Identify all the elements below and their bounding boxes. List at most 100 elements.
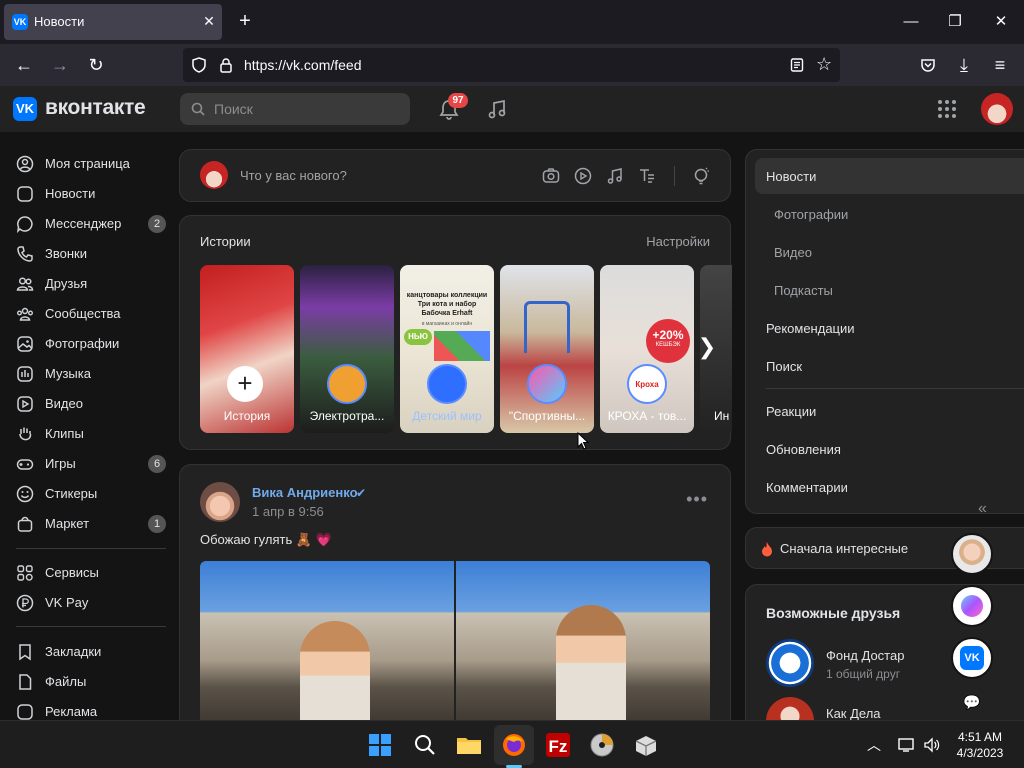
music-icon[interactable] [486,98,508,120]
filezilla-icon[interactable]: Fz [542,729,574,761]
post-date[interactable]: 1 апр в 9:56 [252,504,324,519]
compose-post-box[interactable]: Что у вас нового? [179,149,731,202]
music-icon[interactable] [606,167,624,185]
sidebar-item-communities[interactable]: Сообщества [16,299,172,329]
menu-item-news[interactable]: Новости [766,169,816,184]
chat-bubble-avatar[interactable] [951,533,993,575]
reload-icon[interactable]: ↻ [84,53,108,77]
sidebar-item-games[interactable]: Игры 6 [16,449,172,479]
post-author-name[interactable]: Вика Андриенко [252,485,358,500]
sidebar-item-friends[interactable]: Друзья [16,269,172,299]
vk-messenger-bubble[interactable]: VK [951,637,993,679]
sidebar-item-music[interactable]: Музыка [16,359,172,389]
tab-close-icon[interactable]: ✕ [200,12,218,30]
story-kroha[interactable]: +20% КЕШБЭК Кроха КРОХА - тов... [600,265,694,433]
disc-burner-icon[interactable] [586,729,618,761]
menu-item-photos[interactable]: Фотографии [774,207,848,222]
back-icon[interactable]: ← [12,53,36,77]
idea-icon[interactable] [692,167,710,185]
sidebar-item-messenger[interactable]: Мессенджер 2 [16,209,172,239]
sidebar-item-photos[interactable]: Фотографии [16,329,172,359]
bookmark-star-icon[interactable]: ☆ [816,54,832,74]
window-close-icon[interactable]: ✕ [988,10,1014,34]
restore-icon[interactable]: ❐ [942,10,968,34]
system-clock[interactable]: 4:51 AM 4/3/2023 [940,729,1020,761]
vk-logo-icon[interactable]: VK [13,97,37,121]
sidebar-item-files[interactable]: Файлы [16,667,172,697]
sidebar-item-market[interactable]: Маркет 1 [16,509,172,539]
new-tab-icon[interactable]: + [234,10,256,32]
sidebar-item-clips[interactable]: Клипы [16,419,172,449]
network-icon[interactable] [898,737,916,753]
address-bar[interactable]: https://vk.com/feed ☆ [183,48,840,82]
collapse-chevron-icon[interactable]: « [978,500,987,518]
volume-icon[interactable] [923,737,941,753]
stories-settings-link[interactable]: Настройки [646,234,710,249]
add-story-icon[interactable]: + [227,366,263,402]
compose-divider [674,166,675,186]
user-avatar[interactable] [981,93,1013,125]
lock-icon[interactable] [219,57,233,73]
chat-mini-icon[interactable]: 💬 [963,694,980,711]
pocket-icon[interactable] [920,57,936,73]
virtualbox-icon[interactable] [630,729,662,761]
sidebar-item-vk-pay[interactable]: VK Pay [16,588,172,618]
menu-item-podcasts[interactable]: Подкасты [774,283,833,298]
apps-grid-icon[interactable] [936,98,958,120]
friend-name[interactable]: Как Дела [826,706,881,721]
menu-icon[interactable]: ≡ [988,53,1012,77]
camera-icon[interactable] [542,167,560,185]
menu-item-updates[interactable]: Обновления [766,442,841,457]
article-icon[interactable] [638,167,656,185]
sidebar-item-my-page[interactable]: Моя страница [16,149,172,179]
story-detsky-mir[interactable]: канцтовары коллекции Три кота и набор Ба… [400,265,494,433]
story-caption: Детский мир [412,409,482,423]
marusya-bubble[interactable] [951,585,993,627]
browser-tab-bar: VK Новости ✕ + — ❐ ✕ [0,0,1024,44]
menu-item-recommendations[interactable]: Рекомендации [766,321,855,336]
tray-chevron-up-icon[interactable]: ︿ [867,735,881,755]
story-electro[interactable]: Электротра... [300,265,394,433]
sidebar-item-stickers[interactable]: Стикеры [16,479,172,509]
shield-icon[interactable] [191,57,207,73]
clock-time: 4:51 AM [957,730,1003,744]
sidebar-item-bookmarks[interactable]: Закладки [16,637,172,667]
download-icon[interactable]: ⤓ [952,53,976,77]
minimize-icon[interactable]: — [898,10,924,34]
sidebar-item-services[interactable]: Сервисы [16,558,172,588]
vk-logo-text[interactable]: вконтакте [45,96,146,120]
kroha-logo-text: Кроха [635,379,659,389]
reader-mode-icon[interactable] [790,58,804,72]
windows-start-icon[interactable] [364,729,396,761]
compose-placeholder[interactable]: Что у вас нового? [240,168,347,183]
story-electro-logo [327,364,367,404]
sidebar-item-news[interactable]: Новости [16,179,172,209]
firefox-icon[interactable] [498,729,530,761]
notifications-badge: 97 [448,93,468,108]
menu-item-video[interactable]: Видео [774,245,812,260]
music-icon [17,366,33,382]
post-photo-2[interactable] [456,561,710,741]
post-more-icon[interactable]: ••• [686,489,708,510]
story-own[interactable]: + История [200,265,294,433]
friend-name[interactable]: Фонд Достар [826,648,904,663]
search-input[interactable]: Поиск [180,93,410,125]
sort-label[interactable]: Сначала интересные [780,541,908,556]
menu-item-comments[interactable]: Комментарии [766,480,848,495]
video-icon[interactable] [574,167,592,185]
sidebar-item-video[interactable]: Видео [16,389,172,419]
file-explorer-icon[interactable] [453,729,485,761]
url-text[interactable]: https://vk.com/feed [244,57,362,73]
story-sport[interactable]: "Спортивны... [500,265,594,433]
menu-item-search[interactable]: Поиск [766,359,802,374]
menu-divider [766,388,1024,389]
post-author-avatar[interactable] [200,482,240,522]
menu-item-reactions[interactable]: Реакции [766,404,816,419]
post-photo-1[interactable] [200,561,454,741]
sidebar-item-calls[interactable]: Звонки [16,239,172,269]
browser-tab[interactable]: VK Новости ✕ [4,4,222,40]
stories-next-chevron-icon[interactable]: ❯ [692,332,722,362]
search-icon[interactable] [409,729,441,761]
forward-icon[interactable]: → [48,53,72,77]
friend-avatar[interactable] [766,639,814,687]
